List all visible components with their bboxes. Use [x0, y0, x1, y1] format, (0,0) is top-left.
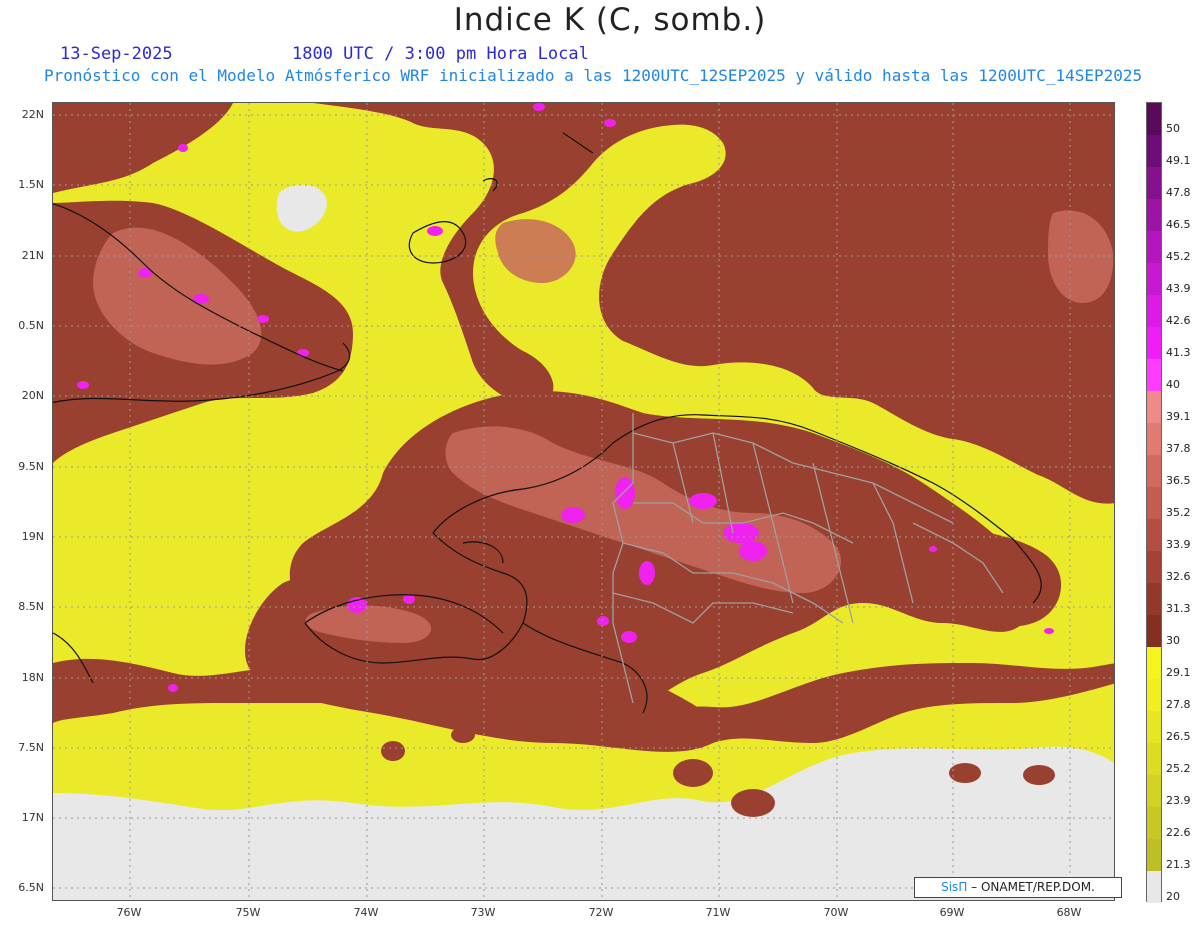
colorbar-label: 43.9 [1166, 282, 1191, 295]
colorbar-label: 49.1 [1166, 154, 1191, 167]
colorbar-label: 36.5 [1166, 474, 1191, 487]
colorbar-segment [1147, 615, 1161, 647]
colorbar-label: 50 [1166, 122, 1180, 135]
lon-label-5: 72W [588, 906, 614, 919]
colorbar-segment [1147, 775, 1161, 807]
colorbar-label: 37.8 [1166, 442, 1191, 455]
colorbar-label: 35.2 [1166, 506, 1191, 519]
lat-label-7: 19N [21, 530, 44, 543]
lon-label-1: 76W [116, 906, 142, 919]
lat-label-11: 17N [21, 811, 44, 824]
lat-label-2: 1.5N [18, 178, 44, 191]
colorbar-label: 23.9 [1166, 794, 1191, 807]
colorbar-segment [1147, 423, 1161, 455]
colorbar-label: 22.6 [1166, 826, 1191, 839]
credit-box: SisΠ – ONAMET/REP.DOM. [914, 877, 1122, 898]
credit-org: – ONAMET/REP.DOM. [967, 880, 1095, 894]
forecast-date: 13-Sep-2025 [60, 44, 173, 64]
colorbar-segment [1147, 743, 1161, 775]
colorbar-label: 25.2 [1166, 762, 1191, 775]
lon-label-3: 74W [353, 906, 379, 919]
lat-label-4: 0.5N [18, 319, 44, 332]
lon-label-6: 71W [705, 906, 731, 919]
lat-label-3: 21N [21, 249, 44, 262]
map-title: Indice K (C, somb.) [453, 2, 767, 38]
colorbar-segment [1147, 551, 1161, 583]
colorbar-label: 41.3 [1166, 346, 1191, 359]
colorbar-segment [1147, 455, 1161, 487]
colorbar-segment [1147, 839, 1161, 871]
lat-label-9: 18N [21, 671, 44, 684]
lat-label-1: 22N [21, 108, 44, 121]
lon-label-4: 73W [470, 906, 496, 919]
colorbar-label: 32.6 [1166, 570, 1191, 583]
colorbar-segment [1147, 391, 1161, 423]
colorbar-label: 26.5 [1166, 730, 1191, 743]
forecast-time: 1800 UTC / 3:00 pm Hora Local [292, 44, 589, 64]
lat-label-6: 9.5N [18, 460, 44, 473]
lat-label-5: 20N [21, 389, 44, 402]
lon-label-2: 75W [235, 906, 261, 919]
lat-label-8: 8.5N [18, 600, 44, 613]
credit-brand: SisΠ [941, 880, 968, 894]
colorbar-label: 33.9 [1166, 538, 1191, 551]
colorbar-label: 45.2 [1166, 250, 1191, 263]
colorbar-label: 20 [1166, 890, 1180, 903]
colorbar [1146, 102, 1162, 903]
colorbar-segment [1147, 679, 1161, 711]
colorbar-label: 30 [1166, 634, 1180, 647]
colorbar-segment [1147, 487, 1161, 519]
colorbar-label: 29.1 [1166, 666, 1191, 679]
colorbar-segment [1147, 711, 1161, 743]
colorbar-segment [1147, 199, 1161, 231]
colorbar-label: 21.3 [1166, 858, 1191, 871]
colorbar-segment [1147, 231, 1161, 263]
colorbar-segment [1147, 167, 1161, 199]
colorbar-segment [1147, 295, 1161, 327]
colorbar-label: 27.8 [1166, 698, 1191, 711]
colorbar-segment [1147, 871, 1161, 903]
colorbar-segment [1147, 519, 1161, 551]
lat-label-10: 7.5N [18, 741, 44, 754]
colorbar-segment [1147, 583, 1161, 615]
colorbar-label: 46.5 [1166, 218, 1191, 231]
lon-label-9: 68W [1056, 906, 1082, 919]
k-index-map [52, 102, 1115, 901]
colorbar-label: 40 [1166, 378, 1180, 391]
colorbar-label: 39.1 [1166, 410, 1191, 423]
map-canvas [53, 103, 1114, 900]
colorbar-segment [1147, 807, 1161, 839]
colorbar-segment [1147, 263, 1161, 295]
colorbar-segment [1147, 327, 1161, 359]
model-subtitle: Pronóstico con el Modelo Atmósferico WRF… [44, 66, 1143, 85]
lat-label-12: 6.5N [18, 881, 44, 894]
lon-label-8: 69W [939, 906, 965, 919]
colorbar-segment [1147, 647, 1161, 679]
colorbar-label: 47.8 [1166, 186, 1191, 199]
colorbar-segment [1147, 103, 1161, 135]
colorbar-label: 42.6 [1166, 314, 1191, 327]
colorbar-segment [1147, 135, 1161, 167]
colorbar-label: 31.3 [1166, 602, 1191, 615]
lon-label-7: 70W [823, 906, 849, 919]
colorbar-segment [1147, 359, 1161, 391]
